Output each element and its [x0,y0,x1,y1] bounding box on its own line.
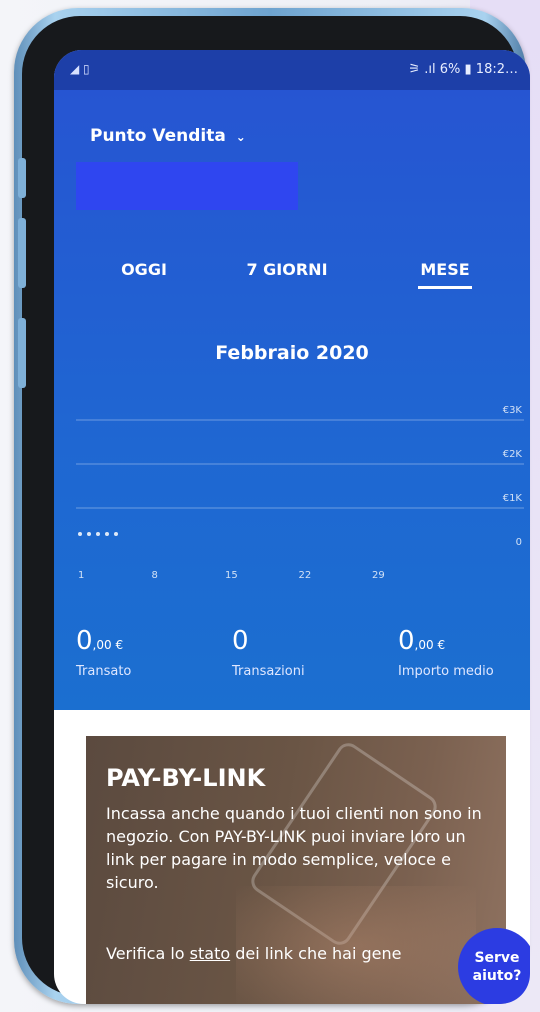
period-title: Febbraio 2020 [215,342,369,364]
y-tick-label: €2K [503,449,523,460]
promo-title: PAY-BY-LINK [106,764,266,792]
data-point [78,532,82,536]
x-tick-label: 8 [152,570,158,581]
chevron-down-icon: ⌄ [235,130,246,144]
signal-icons: ◢ ▯ [70,62,90,76]
transactions-chart: €3K €2K €1K 0 1 8 15 22 29 [76,405,524,581]
promo-description: Incassa anche quando i tuoi clienti non … [106,804,482,892]
x-tick-label: 1 [78,570,84,581]
metric-transato-value: 0,00 € [76,626,124,656]
metric-importo-label: Importo medio [398,664,494,679]
period-tabs: OGGI 7 GIORNI MESE [54,260,530,300]
metric-transazioni-label: Transazioni [232,664,305,679]
side-button [18,318,26,388]
data-point [105,532,109,536]
data-point [87,532,91,536]
dashboard-hero: ◢ ▯ ⚞ .ıl 6% ▮ 18:2… Punto Vendita ⌄ OGG… [54,50,530,710]
volume-up-button [18,158,26,198]
x-tick-label: 22 [299,570,312,581]
x-tick-label: 29 [372,570,385,581]
pay-by-link-banner[interactable]: PAY-BY-LINK Incassa anche quando i tuoi … [86,736,506,1004]
x-tick-label: 15 [225,570,238,581]
app-screen: ◢ ▯ ⚞ .ıl 6% ▮ 18:2… Punto Vendita ⌄ OGG… [54,50,530,1004]
help-button[interactable]: Serve aiuto? [458,928,530,1004]
stato-link[interactable]: stato [190,944,230,963]
status-right: ⚞ .ıl 6% ▮ 18:2… [408,62,518,77]
redacted-store-name [76,162,298,210]
data-point [96,532,100,536]
promo-link-text: Verifica lo stato dei link che hai gene [106,944,402,963]
tab-mese[interactable]: MESE [418,260,472,289]
store-label: Punto Vendita [90,126,226,146]
data-point [114,532,118,536]
y-tick-label: 0 [516,537,522,548]
tab-7-giorni[interactable]: 7 GIORNI [232,260,342,279]
status-bar: ◢ ▯ ⚞ .ıl 6% ▮ 18:2… [54,50,530,90]
metric-importo-value: 0,00 € [398,626,446,656]
store-selector[interactable]: Punto Vendita ⌄ [90,126,246,146]
metric-transato-label: Transato [76,664,132,679]
y-tick-label: €1K [503,493,523,504]
metric-transazioni-value: 0 [232,626,249,656]
y-tick-label: €3K [503,405,523,416]
phone-frame: ◢ ▯ ⚞ .ıl 6% ▮ 18:2… Punto Vendita ⌄ OGG… [14,8,530,1004]
volume-down-button [18,218,26,288]
tab-oggi[interactable]: OGGI [114,260,174,279]
